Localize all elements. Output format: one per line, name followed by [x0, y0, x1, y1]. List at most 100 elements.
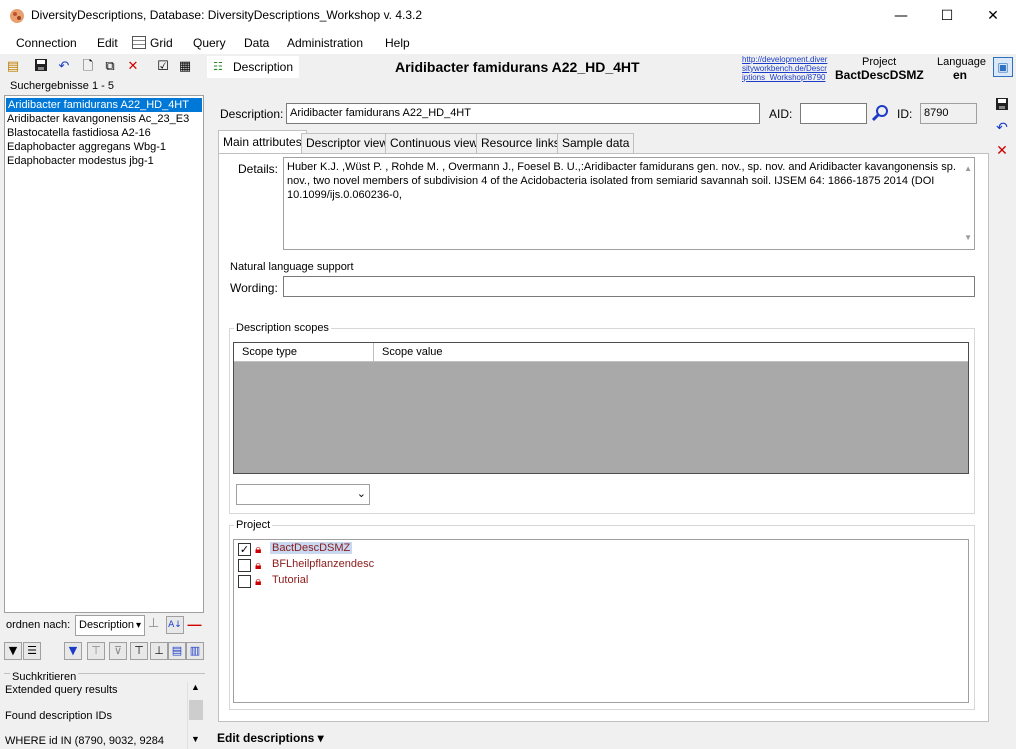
column-header-scope-type[interactable]: Scope type [234, 343, 374, 362]
delete-icon[interactable]: ✕ [993, 142, 1011, 160]
filter-icon[interactable]: ▼ [64, 642, 82, 660]
project-group-title: Project [234, 519, 273, 531]
project-checkbox[interactable] [238, 559, 251, 572]
settings-panel-icon[interactable]: ▣ [993, 57, 1013, 77]
filter-list-icon[interactable]: ⊥ [150, 642, 168, 660]
filter-clear-icon[interactable]: ⊽ [109, 642, 127, 660]
save-icon[interactable] [32, 58, 50, 76]
tab-descriptor-view[interactable]: Descriptor view [301, 133, 394, 153]
remove-icon[interactable]: — [186, 616, 203, 634]
table-icon[interactable]: ▦ [176, 58, 194, 76]
nls-label: Natural language support [230, 261, 354, 273]
list-item[interactable]: Edaphobacter modestus jbg-1 [7, 154, 154, 168]
description-input[interactable]: Aridibacter famidurans A22_HD_4HT [286, 103, 760, 124]
details-text: Huber K.J. ,Wüst P. , Rohde M. , Overman… [287, 161, 956, 201]
save-icon[interactable] [993, 97, 1011, 115]
menu-grid[interactable]: Grid [150, 36, 173, 50]
criteria-line: Extended query results [5, 684, 118, 696]
aid-label: AID: [769, 107, 793, 121]
grid-icon [132, 36, 146, 49]
tab-sample-data[interactable]: Sample data [557, 133, 635, 153]
delete-icon[interactable]: ✕ [124, 58, 142, 76]
description-label: Description: [220, 107, 284, 121]
scopes-grid[interactable]: Scope type Scope value [233, 342, 969, 474]
undo-icon[interactable]: ↶ [55, 58, 73, 76]
new-document-icon[interactable]: 🗋 [79, 58, 97, 76]
project-name: BFLheilpflanzendesc [272, 558, 375, 570]
title-bar: DiversityDescriptions, Database: Diversi… [0, 0, 1016, 32]
grid-header: Scope type Scope value [234, 343, 968, 362]
pin-icon[interactable]: ⊥ [148, 616, 162, 634]
minimize-button[interactable]: — [878, 0, 924, 32]
project-label: Project [862, 56, 897, 68]
description-tab[interactable]: ☷ Description [207, 56, 299, 78]
chevron-down-icon: ⌄ [356, 488, 366, 500]
copy-icon[interactable]: ⧉ [101, 58, 119, 76]
select-all-icon[interactable]: ▤ [168, 642, 186, 660]
language-label: Language [937, 56, 986, 68]
new-query-icon[interactable]: ▤ [4, 58, 22, 76]
tab-resource-links[interactable]: Resource links [476, 133, 565, 153]
details-textarea[interactable]: Huber K.J. ,Wüst P. , Rohde M. , Overman… [283, 157, 975, 250]
id-label: ID: [897, 107, 913, 121]
menu-edit[interactable]: Edit [97, 36, 118, 50]
scope-type-select[interactable]: ⌄ [236, 484, 370, 505]
menu-query[interactable]: Query [193, 36, 226, 50]
scroll-down-icon[interactable]: ▼ [191, 734, 200, 744]
column-header-scope-value[interactable]: Scope value [374, 343, 443, 362]
scroll-up-icon[interactable]: ▲ [191, 682, 200, 692]
record-title: Aridibacter famidurans A22_HD_4HT [395, 59, 640, 75]
tab-main-attributes[interactable]: Main attributes [218, 130, 307, 154]
status-bar: Edit descriptions ▾ [209, 726, 1016, 749]
description-tab-label: Description [233, 60, 294, 74]
close-window-button[interactable]: ✕ [970, 0, 1016, 32]
menu-help[interactable]: Help [385, 36, 410, 50]
criteria-scrollbar[interactable]: ▲ ▼ [187, 682, 204, 749]
filter-add-icon[interactable]: ⊤ [87, 642, 105, 660]
list-item[interactable]: Blastocatella fastidiosa A2-16 [7, 126, 151, 140]
select-none-icon[interactable]: ▥ [186, 642, 204, 660]
expand-down-icon[interactable]: ▼ [4, 642, 22, 660]
menu-data[interactable]: Data [244, 36, 269, 50]
checkbox-icon[interactable]: ☑ [154, 58, 172, 76]
undo-icon[interactable]: ↶ [993, 119, 1011, 137]
details-label: Details: [238, 162, 279, 176]
project-name: BactDescDSMZ [270, 542, 353, 554]
menu-connection[interactable]: Connection [16, 36, 77, 50]
edit-descriptions-dropdown[interactable]: Edit descriptions ▾ [217, 731, 324, 745]
results-label: Suchergebnisse 1 - 5 [10, 80, 114, 92]
order-by-label: ordnen nach: [6, 619, 71, 631]
menu-administration[interactable]: Administration [287, 36, 363, 50]
id-value: 8790 [920, 103, 977, 124]
project-name: Tutorial [272, 574, 309, 586]
description-scopes-title: Description scopes [234, 322, 331, 334]
sort-az-icon[interactable]: A↓ [166, 616, 184, 634]
chevron-down-icon: ▾ [135, 620, 141, 631]
filter-plus-icon[interactable]: ⊤ [130, 642, 148, 660]
list-item[interactable]: Edaphobacter aggregans Wbg-1 [7, 140, 166, 154]
record-url-link[interactable]: http://development.diversityworkbench.de… [742, 55, 828, 82]
maximize-button[interactable]: ☐ [924, 0, 970, 32]
project-checkbox-checked[interactable]: ✓ [238, 543, 251, 556]
scroll-thumb[interactable] [189, 700, 203, 720]
results-list: Aridibacter famidurans A22_HD_4HT Aridib… [4, 95, 204, 613]
lock-icon: 🔒︎ [255, 558, 262, 572]
tab-continuous-view[interactable]: Continuous view [385, 133, 484, 153]
search-icon[interactable] [871, 104, 889, 122]
criteria-line: Found description IDs [5, 710, 112, 722]
scroll-down-icon[interactable]: ▼ [964, 231, 972, 245]
project-checkbox[interactable] [238, 575, 251, 588]
description-list-icon: ☷ [213, 60, 223, 73]
aid-input[interactable] [800, 103, 867, 124]
wording-label: Wording: [230, 281, 278, 295]
wording-input[interactable] [283, 276, 975, 297]
project-value: BactDescDSMZ [835, 68, 924, 82]
list-item[interactable]: Aridibacter famidurans A22_HD_4HT [6, 98, 202, 112]
scroll-up-icon[interactable]: ▲ [964, 162, 972, 176]
list-view-icon[interactable]: ☰ [23, 642, 41, 660]
criteria-title: Suchkritieren [10, 671, 79, 683]
order-by-select[interactable]: Description ▾ [75, 615, 145, 636]
list-item[interactable]: Aridibacter kavangonensis Ac_23_E3 [7, 112, 189, 126]
language-value: en [953, 68, 968, 82]
project-checklist: ✓ 🔒︎ BactDescDSMZ 🔒︎ BFLheilpflanzendesc… [233, 539, 969, 703]
